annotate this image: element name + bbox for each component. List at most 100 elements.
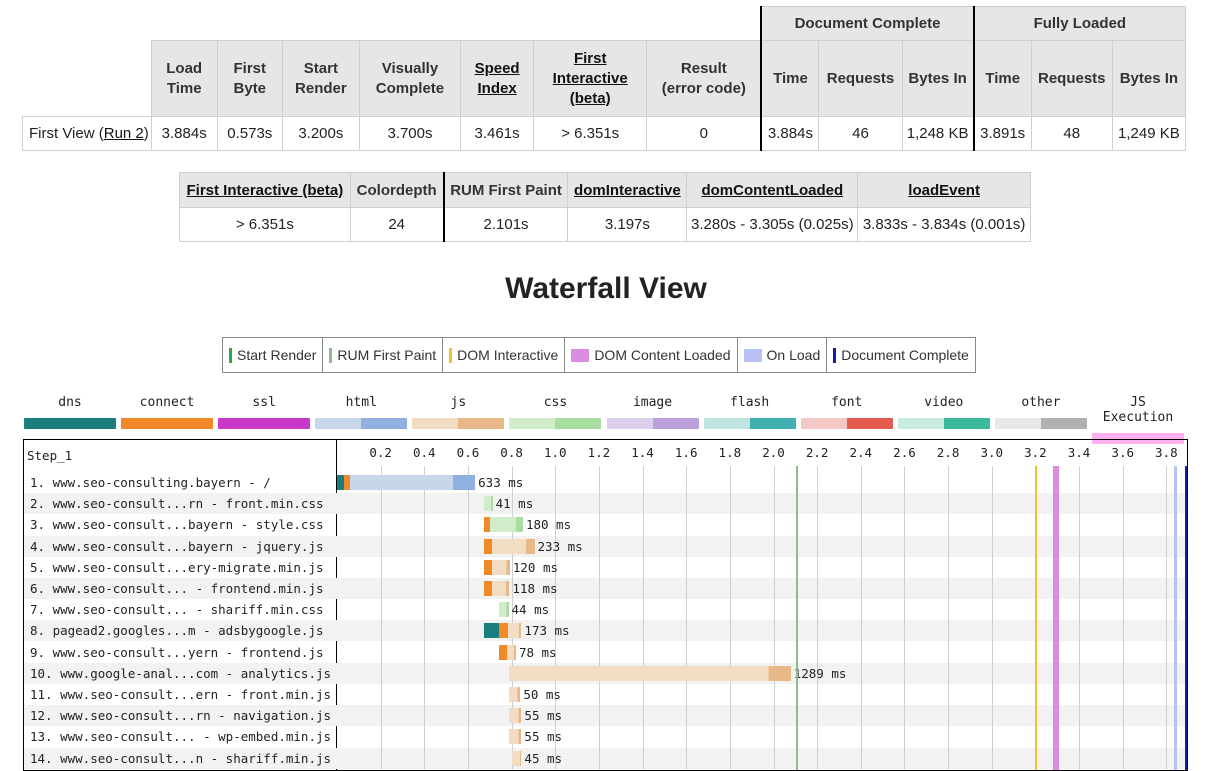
type-legend-swatch [509, 418, 602, 429]
tick-label: 3.4 [1067, 445, 1091, 460]
dom-content-loaded-header[interactable]: domContentLoaded [686, 172, 859, 208]
tick-label: 1.4 [631, 445, 654, 460]
dom-interactive-header[interactable]: domInteractive [567, 172, 688, 208]
first-interactive-header[interactable]: First Interactive (beta) [533, 40, 648, 117]
legend-line-marker [229, 347, 232, 363]
request-time-label: 633 ms [478, 475, 524, 490]
waterfall-row[interactable]: 9. www.seo-consult...yern - frontend.js [24, 642, 1187, 663]
request-label[interactable]: 10. www.google-anal...com - analytics.js [30, 666, 331, 681]
tick-label: 2.8 [936, 445, 960, 460]
connect-segment [498, 644, 508, 660]
grid-line [467, 466, 469, 770]
waterfall-row[interactable]: 6. www.seo-consult... - frontend.min.js [24, 578, 1187, 599]
type-legend-item: html [315, 395, 408, 429]
first-interactive-link[interactable]: First Interactive (beta) [553, 50, 628, 107]
document-complete-group-header: Document Complete [760, 6, 975, 41]
connect-segment [483, 538, 492, 554]
event-legend-item: DOM Interactive [443, 338, 566, 372]
first-interactive-beta-header[interactable]: First Interactive (beta) [179, 172, 351, 208]
request-bar[interactable] [350, 475, 476, 490]
event-legend-label: DOM Content Loaded [594, 347, 731, 363]
type-legend-item: video [897, 395, 990, 429]
request-label[interactable]: 8. pagead2.googles...m - adsbygoogle.js [30, 623, 324, 638]
event-legend-label: Document Complete [841, 347, 969, 363]
request-label[interactable]: 3. www.seo-consult...bayern - style.css [30, 517, 324, 532]
load-time-header: Load Time [150, 40, 218, 117]
request-label[interactable]: 12. www.seo-consult...rn - navigation.js [30, 708, 331, 723]
load-event-value: 3.833s - 3.834s (0.001s) [857, 207, 1031, 242]
request-bar[interactable] [491, 538, 535, 554]
load-event-link[interactable]: loadEvent [908, 182, 980, 199]
first-interactive-beta-link[interactable]: First Interactive (beta) [186, 182, 343, 199]
type-legend-item: js [412, 395, 505, 429]
row-label-header [23, 41, 152, 117]
request-label[interactable]: 4. www.seo-consult...bayern - jquery.js [30, 539, 324, 554]
load-event-header[interactable]: loadEvent [857, 172, 1031, 208]
request-time-label: 55 ms [524, 729, 563, 745]
request-bar[interactable] [509, 708, 522, 724]
waterfall-row[interactable]: 7. www.seo-consult... - shariff.min.css [24, 599, 1187, 620]
grid-line [424, 466, 426, 770]
grid-line [1166, 466, 1168, 770]
start-render-header: Start Render [281, 40, 360, 117]
waterfall-row[interactable]: 2. www.seo-consult...rn - front.min.css [24, 493, 1187, 515]
request-bar[interactable] [498, 602, 509, 618]
request-label[interactable]: 9. www.seo-consult...yern - frontend.js [30, 645, 324, 660]
request-label[interactable]: 11. www.seo-consult...ern - front.min.js [30, 687, 331, 702]
dom-interactive-link[interactable]: domInteractive [574, 182, 681, 199]
request-label[interactable]: 2. www.seo-consult...rn - front.min.css [30, 496, 324, 511]
full-time-value: 3.891s [972, 116, 1032, 151]
request-bar[interactable] [490, 517, 523, 533]
request-label[interactable]: 6. www.seo-consult... - frontend.min.js [30, 581, 324, 596]
dom-content-loaded-value: 3.280s - 3.305s (0.025s) [686, 207, 859, 242]
request-bar[interactable] [483, 496, 493, 512]
dom-interactive-line [1034, 466, 1037, 770]
request-label[interactable]: 7. www.seo-consult... - shariff.min.css [30, 602, 324, 617]
waterfall-row[interactable]: 12. www.seo-consult...rn - navigation.js [24, 705, 1187, 727]
waterfall-row[interactable]: 1. www.seo-consulting.bayern - / [24, 472, 1187, 493]
tick-label: 3.6 [1111, 445, 1134, 460]
request-label[interactable]: 13. www.seo-consult... - wp-embed.min.js [30, 729, 331, 744]
speed-index-value: 3.461s [460, 116, 535, 151]
run-link[interactable]: Run 2 [104, 125, 144, 142]
speed-index-link[interactable]: Speed Index [475, 60, 520, 97]
load-time-value: 3.884s [150, 116, 218, 151]
colordepth-header: Colordepth [349, 172, 445, 208]
rum-first-paint-line [795, 466, 798, 770]
request-label[interactable]: 1. www.seo-consulting.bayern - / [30, 475, 271, 490]
waterfall-row[interactable]: 8. pagead2.googles...m - adsbygoogle.js [24, 620, 1187, 642]
doc-time-value: 3.884s [760, 116, 820, 151]
rum-first-paint-value: 2.101s [442, 207, 569, 242]
request-bar[interactable] [509, 687, 521, 702]
colordepth-value: 24 [349, 207, 445, 242]
request-label[interactable]: 5. www.seo-consult...ery-migrate.min.js [30, 560, 324, 575]
tick-label: 2.2 [805, 445, 829, 460]
waterfall-row[interactable]: 14. www.seo-consult...n - shariff.min.js [24, 747, 1187, 769]
type-legend-item: JS Execution [1092, 395, 1184, 444]
waterfall-row[interactable]: 13. www.seo-consult... - wp-embed.min.js [24, 726, 1187, 747]
grid-line [817, 466, 819, 770]
speed-index-header[interactable]: Speed Index [460, 40, 535, 117]
request-label[interactable]: 14. www.seo-consult...n - shariff.min.js [30, 751, 331, 766]
waterfall-row[interactable]: 3. www.seo-consult...bayern - style.css [24, 514, 1187, 535]
request-bar[interactable] [491, 559, 510, 575]
request-bar[interactable] [507, 623, 522, 639]
event-legend-item: RUM First Paint [323, 338, 444, 372]
request-bar[interactable] [511, 750, 522, 766]
legend-line-marker [329, 347, 333, 363]
first-byte-header: First Byte [216, 40, 283, 117]
request-bar[interactable] [507, 644, 516, 660]
type-legend-swatch [412, 418, 505, 429]
result-value: 0 [646, 116, 762, 151]
waterfall-row[interactable]: 5. www.seo-consult...ery-migrate.min.js [24, 557, 1187, 578]
waterfall-row[interactable]: 4. www.seo-consult...bayern - jquery.js [24, 535, 1187, 557]
request-bar[interactable] [491, 581, 510, 596]
request-bar[interactable] [509, 729, 522, 745]
waterfall-row[interactable]: 11. www.seo-consult...ern - front.min.js [24, 684, 1187, 705]
request-bar[interactable] [509, 665, 791, 681]
request-time-label: 50 ms [523, 687, 561, 702]
type-legend-item: image [606, 395, 699, 429]
dom-content-loaded-link[interactable]: domContentLoaded [701, 182, 843, 199]
type-legend-item: other [994, 395, 1087, 429]
grid-line [1122, 466, 1124, 770]
